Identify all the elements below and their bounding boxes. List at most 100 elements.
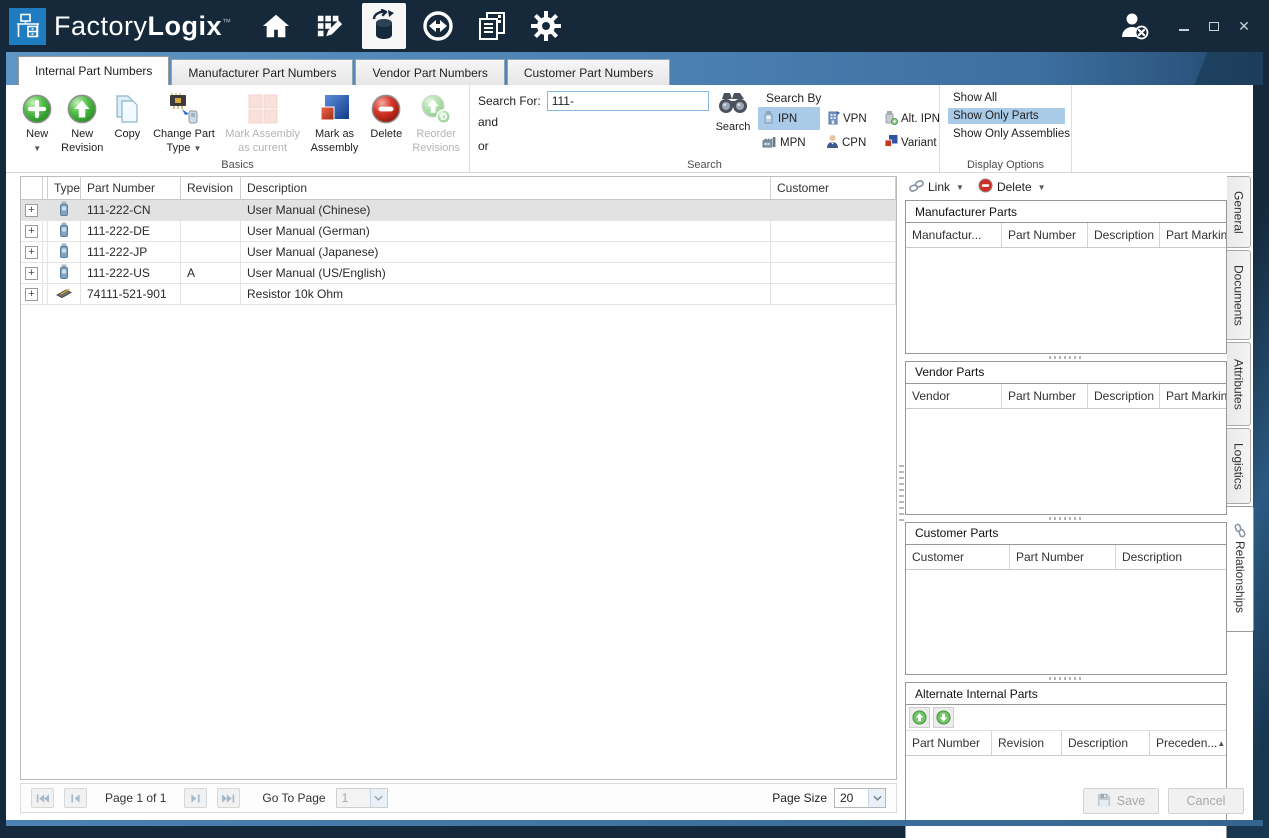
manufacturer-parts-body <box>906 248 1226 353</box>
save-button[interactable]: Save <box>1083 788 1159 814</box>
column-header[interactable]: Description <box>1088 223 1160 247</box>
titlebar: FactoryLogix™ ✕ <box>0 0 1269 52</box>
column-header[interactable]: Part Number <box>1002 383 1088 408</box>
table-row[interactable]: + 111-222-JP User Manual (Japanese) <box>21 242 896 263</box>
show-only-parts-option[interactable]: Show Only Parts <box>948 108 1065 124</box>
document-part-icon <box>59 264 69 282</box>
home-icon[interactable] <box>254 3 298 49</box>
search-by-ipn-toggle[interactable]: IPN <box>758 107 820 130</box>
tab-documents[interactable]: Documents <box>1227 250 1251 340</box>
page-size-select[interactable]: 20 <box>834 788 886 808</box>
first-page-button[interactable] <box>31 788 54 808</box>
search-button[interactable]: Search <box>710 89 756 133</box>
move-down-button[interactable] <box>933 707 954 729</box>
column-header[interactable]: Description <box>1116 545 1226 569</box>
show-all-option[interactable]: Show All <box>948 90 1065 106</box>
column-header[interactable]: Revision <box>992 731 1062 756</box>
expand-row-button[interactable]: + <box>25 245 38 259</box>
delete-button[interactable]: Delete <box>365 88 407 156</box>
tab-relationships[interactable]: Relationships <box>1227 506 1254 632</box>
cell-description: User Manual (Japanese) <box>241 242 771 263</box>
new-button[interactable]: New ▼ <box>18 88 56 156</box>
table-row[interactable]: + 111-222-DE User Manual (German) <box>21 221 896 242</box>
expand-row-button[interactable]: + <box>25 203 38 217</box>
link-button[interactable]: Link ▼ <box>909 179 964 196</box>
column-header[interactable]: Description <box>1088 383 1160 408</box>
ribbon-toolbar: New ▼ New Revision Copy Change Part Type… <box>6 85 1253 173</box>
parts-icon[interactable] <box>361 3 406 49</box>
splitter-handle[interactable] <box>905 354 1227 361</box>
expand-row-button[interactable]: + <box>25 287 38 301</box>
dropdown-caret-icon: ▼ <box>193 143 202 153</box>
tab-general[interactable]: General <box>1227 176 1251 248</box>
last-page-button[interactable] <box>217 788 241 808</box>
expand-row-button[interactable]: + <box>25 266 38 280</box>
mark-as-assembly-button[interactable]: Mark as Assembly <box>306 88 363 156</box>
mark-as-assembly-icon <box>320 92 350 126</box>
customer-parts-title: Customer Parts <box>906 523 1226 545</box>
column-header-description[interactable]: Description <box>241 177 771 200</box>
table-row[interactable]: + 111-222-US A User Manual (US/English) <box>21 263 896 284</box>
column-header-sorted[interactable]: Preceden... ▲ <box>1150 731 1226 755</box>
column-header[interactable]: Vendor <box>906 383 1002 408</box>
next-page-button[interactable] <box>184 788 208 808</box>
relationships-panel: Link ▼ Delete ▼ Manufacturer Parts Manuf… <box>905 174 1227 838</box>
splitter-handle[interactable] <box>905 515 1227 522</box>
tab-customer-part-numbers[interactable]: Customer Part Numbers <box>506 59 671 85</box>
splitter-handle[interactable] <box>905 675 1227 682</box>
column-header-revision[interactable]: Revision <box>181 177 241 200</box>
search-by-mpn-toggle[interactable]: MPN <box>758 131 820 154</box>
search-by-vpn-toggle[interactable]: VPN <box>822 107 878 130</box>
column-header-part-number[interactable]: Part Number <box>81 177 181 200</box>
column-header[interactable]: Description <box>1062 731 1150 756</box>
search-input[interactable] <box>546 91 709 111</box>
column-header[interactable]: Part Marking <box>1160 384 1226 408</box>
cell-revision <box>181 221 241 242</box>
panel-splitter-handle[interactable] <box>899 465 904 525</box>
transfer-icon[interactable] <box>416 3 460 49</box>
cell-description: User Manual (German) <box>241 221 771 242</box>
close-button[interactable]: ✕ <box>1231 14 1257 38</box>
change-part-type-button[interactable]: Change Part Type ▼ <box>149 88 220 156</box>
column-header[interactable]: Part Number <box>1010 544 1116 569</box>
column-header[interactable]: Part Marking <box>1160 223 1226 247</box>
delete-relationship-button[interactable]: Delete ▼ <box>978 178 1046 196</box>
column-header-customer[interactable]: Customer <box>771 177 896 200</box>
cpn-icon <box>826 134 839 152</box>
column-header[interactable]: Customer <box>906 544 1010 569</box>
tab-attributes[interactable]: Attributes <box>1227 342 1251 426</box>
column-header[interactable]: Part Number <box>1002 223 1088 247</box>
tab-manufacturer-part-numbers[interactable]: Manufacturer Part Numbers <box>171 59 354 85</box>
vendor-parts-title: Vendor Parts <box>906 362 1226 384</box>
show-only-assemblies-option[interactable]: Show Only Assemblies <box>948 126 1070 142</box>
vendor-parts-box: Vendor Parts Vendor Part Number Descript… <box>905 360 1227 515</box>
reports-icon[interactable] <box>470 3 514 49</box>
tab-logistics[interactable]: Logistics <box>1227 428 1251 504</box>
cancel-button[interactable]: Cancel <box>1168 788 1244 814</box>
new-revision-button[interactable]: New Revision <box>58 88 106 156</box>
minimize-button[interactable] <box>1171 14 1197 38</box>
cell-revision <box>181 242 241 263</box>
tab-internal-part-numbers[interactable]: Internal Part Numbers <box>18 56 170 85</box>
cell-part-number: 111-222-US <box>81 263 181 284</box>
reorder-revisions-button: Reorder Revisions <box>409 88 463 156</box>
settings-icon[interactable] <box>524 3 568 49</box>
table-row[interactable]: + 111-222-CN User Manual (Chinese) <box>21 200 896 221</box>
tab-vendor-part-numbers[interactable]: Vendor Part Numbers <box>355 59 505 85</box>
column-header-type[interactable]: Type <box>48 177 81 200</box>
new-icon <box>21 92 53 126</box>
column-header[interactable]: Part Number <box>906 731 992 756</box>
expand-row-button[interactable]: + <box>25 224 38 238</box>
cell-revision <box>181 200 241 221</box>
column-header[interactable]: Manufactur... <box>906 223 1002 247</box>
production-icon[interactable] <box>308 3 352 49</box>
go-to-page-select[interactable]: 1 <box>335 788 388 808</box>
copy-button[interactable]: Copy <box>108 88 146 156</box>
move-up-button[interactable] <box>909 707 930 729</box>
maximize-button[interactable] <box>1201 14 1227 38</box>
search-by-cpn-toggle[interactable]: CPN <box>822 131 878 154</box>
table-row[interactable]: + 74111-521-901 Resistor 10k Ohm <box>21 284 896 305</box>
logout-user-icon[interactable] <box>1117 9 1151 43</box>
previous-page-button[interactable] <box>64 788 87 808</box>
component-part-icon <box>55 287 73 302</box>
